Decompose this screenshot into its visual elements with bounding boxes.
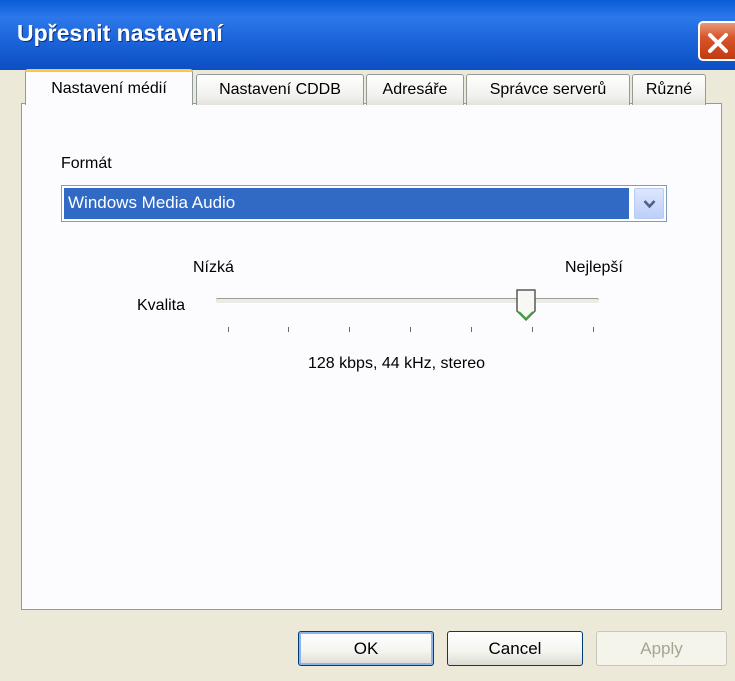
close-icon (708, 33, 728, 53)
quality-slider-thumb[interactable] (515, 288, 537, 322)
format-label: Formát (61, 155, 112, 172)
cancel-button-label: Cancel (488, 638, 542, 658)
ok-button[interactable]: OK (298, 631, 434, 666)
tab-label: Adresáře (382, 81, 448, 98)
slider-tick (532, 327, 533, 332)
ok-button-label: OK (353, 638, 379, 658)
quality-high-label: Nejlepší (565, 259, 623, 276)
apply-button[interactable]: Apply (596, 631, 727, 666)
window-title: Upřesnit nastavení (17, 20, 223, 46)
tab-label: Nastavení médií (51, 79, 167, 97)
tab-label: Nastavení CDDB (219, 81, 341, 98)
cancel-button[interactable]: Cancel (447, 631, 583, 666)
quality-low-label: Nízká (193, 259, 234, 276)
slider-tick (471, 327, 472, 332)
format-dropdown-button[interactable] (634, 188, 664, 219)
tab-cddb-settings[interactable]: Nastavení CDDB (196, 74, 364, 105)
title-bar[interactable]: Upřesnit nastavení (0, 0, 735, 71)
tab-server-manager[interactable]: Správce serverů (466, 74, 630, 105)
tab-label: Správce serverů (489, 81, 607, 98)
quality-slider[interactable] (216, 298, 599, 304)
slider-tick (410, 327, 411, 332)
slider-tick (593, 327, 594, 332)
tab-directories[interactable]: Adresáře (366, 74, 464, 105)
chevron-down-icon (643, 200, 656, 209)
slider-tick (288, 327, 289, 332)
tab-media-settings[interactable]: Nastavení médií (25, 69, 193, 105)
format-select[interactable]: Windows Media Audio (61, 185, 667, 222)
tab-label: Různé (645, 81, 693, 98)
tab-misc[interactable]: Různé (632, 74, 706, 105)
apply-button-label: Apply (640, 638, 683, 658)
close-button[interactable] (698, 21, 735, 61)
slider-tick (228, 327, 229, 332)
quality-info: 128 kbps, 44 kHz, stereo (308, 355, 485, 372)
format-select-value: Windows Media Audio (64, 188, 629, 219)
quality-label: Kvalita (137, 297, 186, 314)
slider-tick (349, 327, 350, 332)
